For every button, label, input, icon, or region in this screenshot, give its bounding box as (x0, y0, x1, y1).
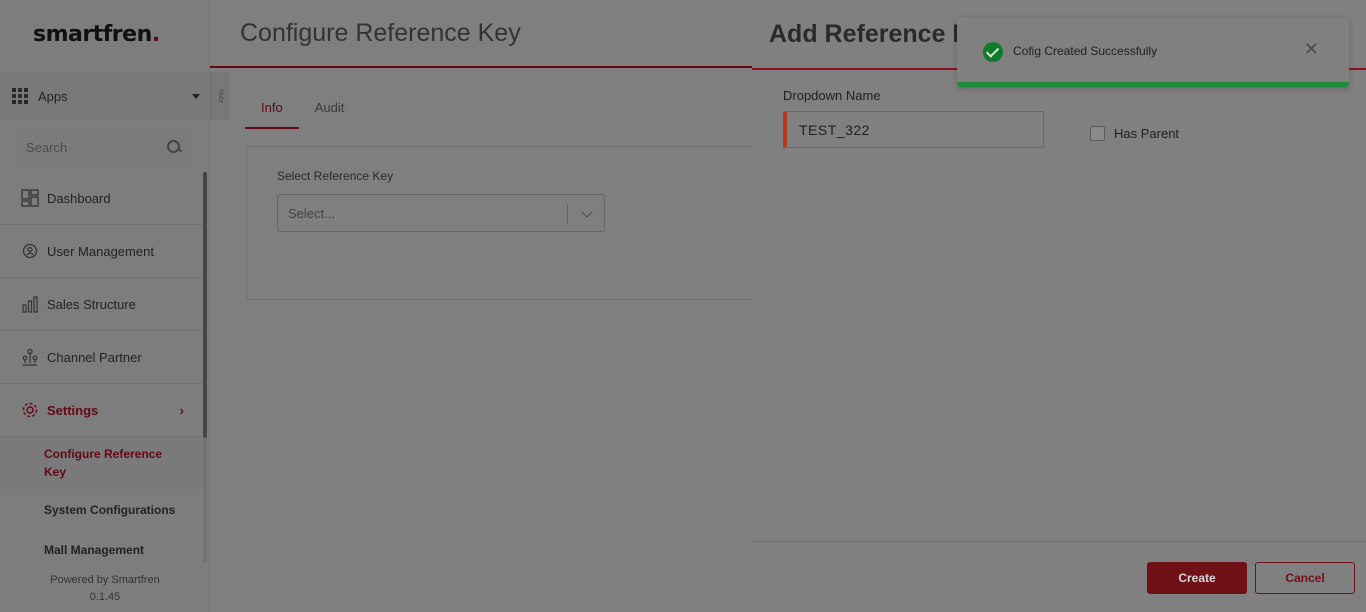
panel-footer: Create Cancel (752, 541, 1366, 612)
dropdown-name-label: Dropdown Name (783, 88, 881, 103)
create-button[interactable]: Create (1147, 562, 1247, 594)
check-circle-icon (983, 42, 1003, 62)
dropdown-name-input[interactable]: TEST_322 (783, 111, 1044, 148)
add-reference-key-panel: Add Reference Key Dropdown Name TEST_322… (752, 0, 1366, 612)
close-icon[interactable]: ✕ (1304, 39, 1319, 60)
toast-progress-bar (957, 82, 1349, 87)
toast-message: Cofig Created Successfully (1013, 44, 1158, 58)
success-toast: Cofig Created Successfully ✕ (957, 17, 1349, 87)
has-parent-checkbox[interactable] (1090, 126, 1105, 141)
cancel-button[interactable]: Cancel (1255, 562, 1355, 594)
has-parent-option[interactable]: Has Parent (1090, 126, 1179, 141)
has-parent-label: Has Parent (1114, 126, 1180, 141)
